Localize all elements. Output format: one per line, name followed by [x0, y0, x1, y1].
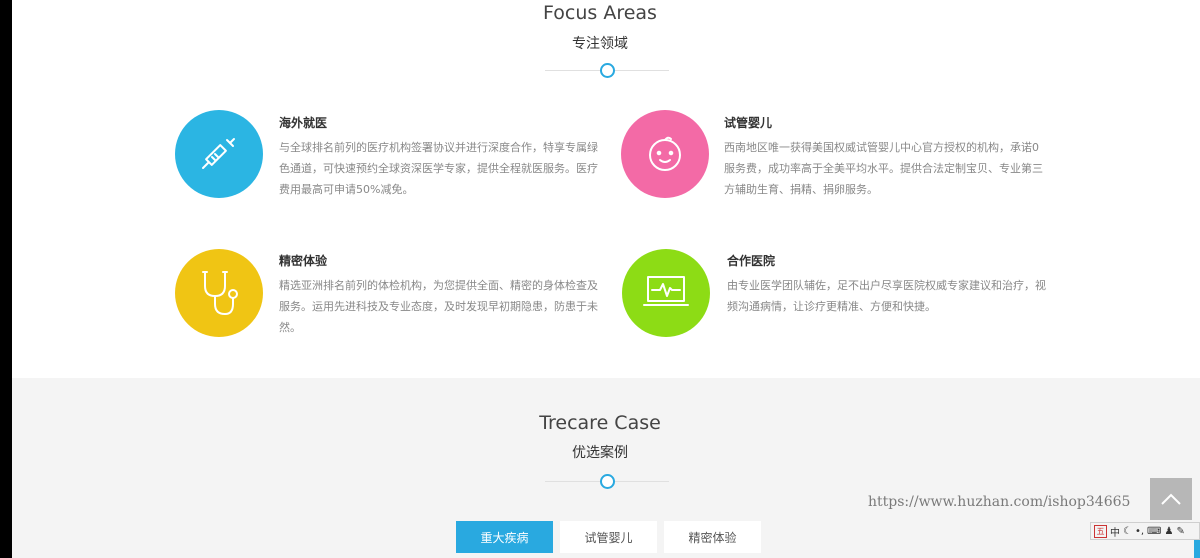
- keyboard-icon[interactable]: ⌨: [1147, 526, 1161, 537]
- cases-title: Trecare Case: [539, 412, 661, 434]
- syringe-icon: [202, 138, 235, 169]
- focus-title: Focus Areas: [543, 2, 657, 24]
- feature-desc-overseas: 与全球排名前列的医疗机构签署协议并进行深度合作，特享专属绿色通道，可快速预约全球…: [279, 141, 598, 196]
- feature-desc-checkup: 精选亚洲排名前列的体检机构，为您提供全面、精密的身体检查及服务。运用先进科技及专…: [279, 279, 598, 334]
- tab-checkup[interactable]: 精密体验: [664, 521, 761, 553]
- cases-subtitle: 优选案例: [572, 445, 628, 461]
- back-to-top-button[interactable]: [1150, 478, 1192, 520]
- feature-icon-circle-ivf: [621, 110, 709, 198]
- feature-icon-circle-hospital: [622, 249, 710, 337]
- feature-title-ivf: 试管婴儿: [724, 116, 773, 130]
- feature-title-overseas: 海外就医: [279, 116, 328, 130]
- feature-title-hospital: 合作医院: [727, 254, 776, 268]
- ime-punct[interactable]: •,: [1135, 526, 1144, 537]
- tab-ivf[interactable]: 试管婴儿: [560, 521, 657, 553]
- focus-subtitle: 专注领域: [572, 36, 628, 52]
- watermark-url: https://www.huzhan.com/ishop34665: [868, 494, 1131, 510]
- feature-icon-circle-checkup: [175, 249, 263, 337]
- wrench-icon[interactable]: ✎: [1176, 526, 1184, 537]
- tab-major-disease[interactable]: 重大疾病: [456, 521, 553, 553]
- stethoscope-icon: [202, 271, 238, 316]
- feature-title-checkup: 精密体验: [279, 254, 328, 268]
- left-edge-strip: [0, 0, 12, 558]
- chevron-up-icon: [1161, 493, 1181, 505]
- ime-logo-icon: 五: [1094, 524, 1107, 538]
- monitor-pulse-icon: [643, 276, 689, 306]
- cases-divider-dot: [600, 474, 615, 489]
- feature-desc-hospital: 由专业医学团队辅佐，足不出户尽享医院权威专家建议和治疗，视频沟通病情，让诊疗更精…: [727, 279, 1046, 313]
- baby-face-icon: [649, 136, 681, 171]
- ime-toolbar[interactable]: 五 中 ☾ •, ⌨ ♟ ✎: [1090, 522, 1200, 540]
- feature-desc-ivf: 西南地区唯一获得美国权威试管婴儿中心官方授权的机构，承诺0服务费，成功率高于全美…: [724, 141, 1043, 196]
- moon-icon[interactable]: ☾: [1123, 526, 1132, 537]
- person-icon[interactable]: ♟: [1164, 526, 1173, 537]
- focus-divider-dot: [600, 63, 615, 78]
- ime-lang[interactable]: 中: [1110, 524, 1120, 539]
- feature-icon-circle-overseas: [175, 110, 263, 198]
- scroll-indicator: [1194, 540, 1200, 558]
